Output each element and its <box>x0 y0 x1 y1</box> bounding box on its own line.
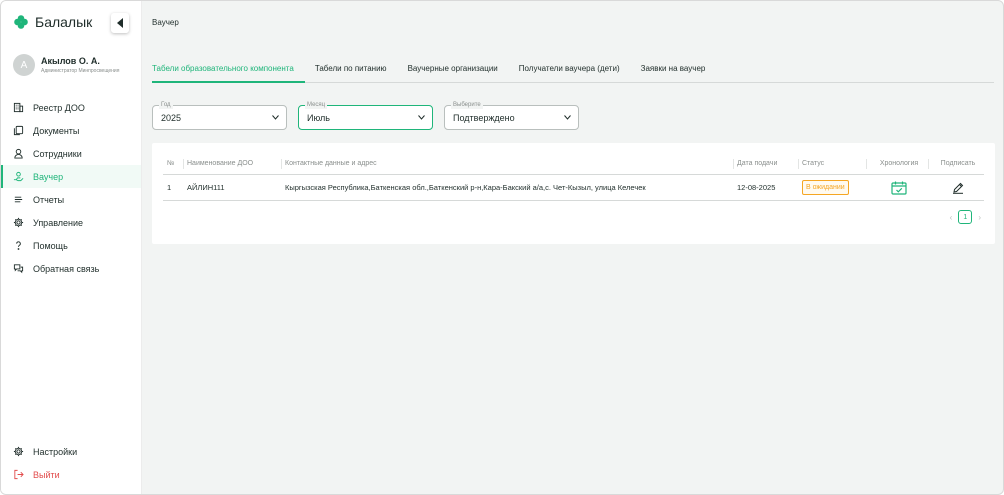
sidebar-item-label: Отчеты <box>33 194 65 205</box>
cell-address: Кыргызская Республика,Баткенская обл.,Ба… <box>285 183 646 192</box>
sidebar-item-documents[interactable]: Документы <box>1 119 141 142</box>
user-role: Администратор Минпросвещения <box>41 68 120 74</box>
year-select[interactable]: Год 2025 <box>152 101 287 130</box>
sidebar-item-label: Настройки <box>33 446 78 457</box>
pagination: ‹ 1 › <box>950 210 981 224</box>
status-select-label: Выберите <box>451 101 483 109</box>
month-select-value: Июль <box>307 112 330 123</box>
month-select[interactable]: Месяц Июль <box>298 101 433 130</box>
avatar: А <box>13 54 35 76</box>
pencil-icon <box>953 182 964 194</box>
user-name: Акылов О. А. <box>41 56 100 66</box>
chevron-down-icon <box>418 115 425 120</box>
tab-education-timesheets[interactable]: Табели образовательного компонента <box>152 59 305 83</box>
sidebar-item-voucher[interactable]: Ваучер <box>1 165 141 188</box>
sidebar-item-label: Ваучер <box>33 171 64 182</box>
sidebar-item-employees[interactable]: Сотрудники <box>1 142 141 165</box>
user-icon <box>14 148 23 159</box>
pagination-next-button[interactable]: › <box>978 213 981 222</box>
sidebar-item-label: Реестр ДОО <box>33 102 85 113</box>
month-select-label: Месяц <box>305 101 328 109</box>
sidebar: Балалык А Акылов О. А. Администратор Мин… <box>1 1 142 494</box>
tab-food-timesheets[interactable]: Табели по питанию <box>315 59 398 83</box>
brand[interactable]: Балалык <box>13 14 92 30</box>
user-profile[interactable]: А Акылов О. А. Администратор Минпросвеще… <box>13 54 119 76</box>
header-chronology: Хронология <box>866 153 928 174</box>
clover-logo-icon <box>14 15 28 29</box>
pagination-page-button[interactable]: 1 <box>958 210 973 224</box>
sidebar-item-settings[interactable]: Настройки <box>1 440 141 463</box>
documents-icon <box>13 125 24 136</box>
status-badge: В ожидании <box>802 180 849 195</box>
app-window: Балалык А Акылов О. А. Администратор Мин… <box>0 0 1004 495</box>
filters: Год 2025 Месяц Июль Выберите Подтвержден… <box>152 101 579 130</box>
sidebar-item-help[interactable]: Помощь <box>1 234 141 257</box>
status-select-value: Подтверждено <box>453 112 515 123</box>
sidebar-item-label: Документы <box>33 125 80 136</box>
sidebar-item-registry[interactable]: Реестр ДОО <box>1 96 141 119</box>
timesheets-table: № Наименование ДОО Контактные данные и а… <box>163 153 984 201</box>
logout-icon <box>14 469 24 480</box>
sidebar-nav: Реестр ДОО Документы Сотрудники Ваучер О… <box>1 96 141 280</box>
question-icon <box>16 241 21 250</box>
cell-name: АЙЛИН111 <box>187 183 225 192</box>
table-row: 1 АЙЛИН111 Кыргызская Республика,Баткенс… <box>163 175 984 201</box>
voucher-hand-icon <box>13 171 24 182</box>
calendar-check-icon <box>891 181 907 195</box>
header-sign: Подписать <box>928 153 984 174</box>
gear-icon <box>13 217 24 228</box>
chevron-down-icon <box>564 115 571 120</box>
sidebar-item-label: Управление <box>33 217 84 228</box>
chat-icon <box>13 264 24 274</box>
building-icon <box>13 102 24 113</box>
status-select[interactable]: Выберите Подтверждено <box>444 101 579 130</box>
header-name: Наименование ДОО <box>183 153 281 174</box>
tab-voucher-applications[interactable]: Заявки на ваучер <box>641 59 717 83</box>
settings-icon <box>13 446 24 457</box>
page-title: Ваучер <box>152 18 179 27</box>
sidebar-bottom: Настройки Выйти <box>1 440 141 486</box>
sidebar-item-reports[interactable]: Отчеты <box>1 188 141 211</box>
main-content: Ваучер Табели образовательного компонент… <box>142 1 1003 494</box>
sidebar-item-label: Обратная связь <box>33 263 100 274</box>
cell-date: 12-08-2025 <box>737 183 776 192</box>
tab-voucher-recipients[interactable]: Получатели ваучера (дети) <box>519 59 631 83</box>
chronology-button[interactable] <box>866 181 928 195</box>
collapse-sidebar-button[interactable] <box>111 13 129 33</box>
sidebar-item-feedback[interactable]: Обратная связь <box>1 257 141 280</box>
pagination-prev-button[interactable]: ‹ <box>950 213 953 222</box>
sidebar-item-label: Выйти <box>33 469 60 480</box>
sidebar-item-management[interactable]: Управление <box>1 211 141 234</box>
cell-status: В ожидании <box>798 180 866 195</box>
brand-name: Балалык <box>35 14 93 30</box>
header-num: № <box>167 160 175 167</box>
tab-bar: Табели образовательного компонента Табел… <box>152 59 994 83</box>
table-header: № Наименование ДОО Контактные данные и а… <box>163 153 984 175</box>
header-address: Контактные данные и адрес <box>281 153 733 174</box>
header-status: Статус <box>798 153 866 174</box>
sidebar-item-logout[interactable]: Выйти <box>1 463 141 486</box>
year-select-label: Год <box>159 101 173 109</box>
sidebar-item-label: Сотрудники <box>33 148 82 159</box>
caret-left-icon <box>117 18 123 28</box>
header-date: Дата подачи <box>733 153 798 174</box>
sidebar-item-label: Помощь <box>33 240 68 251</box>
cell-num: 1 <box>167 183 172 192</box>
tab-voucher-organizations[interactable]: Ваучерные организации <box>408 59 509 83</box>
chevron-down-icon <box>272 115 279 120</box>
timesheets-card: № Наименование ДОО Контактные данные и а… <box>152 143 995 244</box>
sign-button[interactable] <box>928 182 984 194</box>
year-select-value: 2025 <box>161 112 182 123</box>
list-icon <box>14 196 23 203</box>
